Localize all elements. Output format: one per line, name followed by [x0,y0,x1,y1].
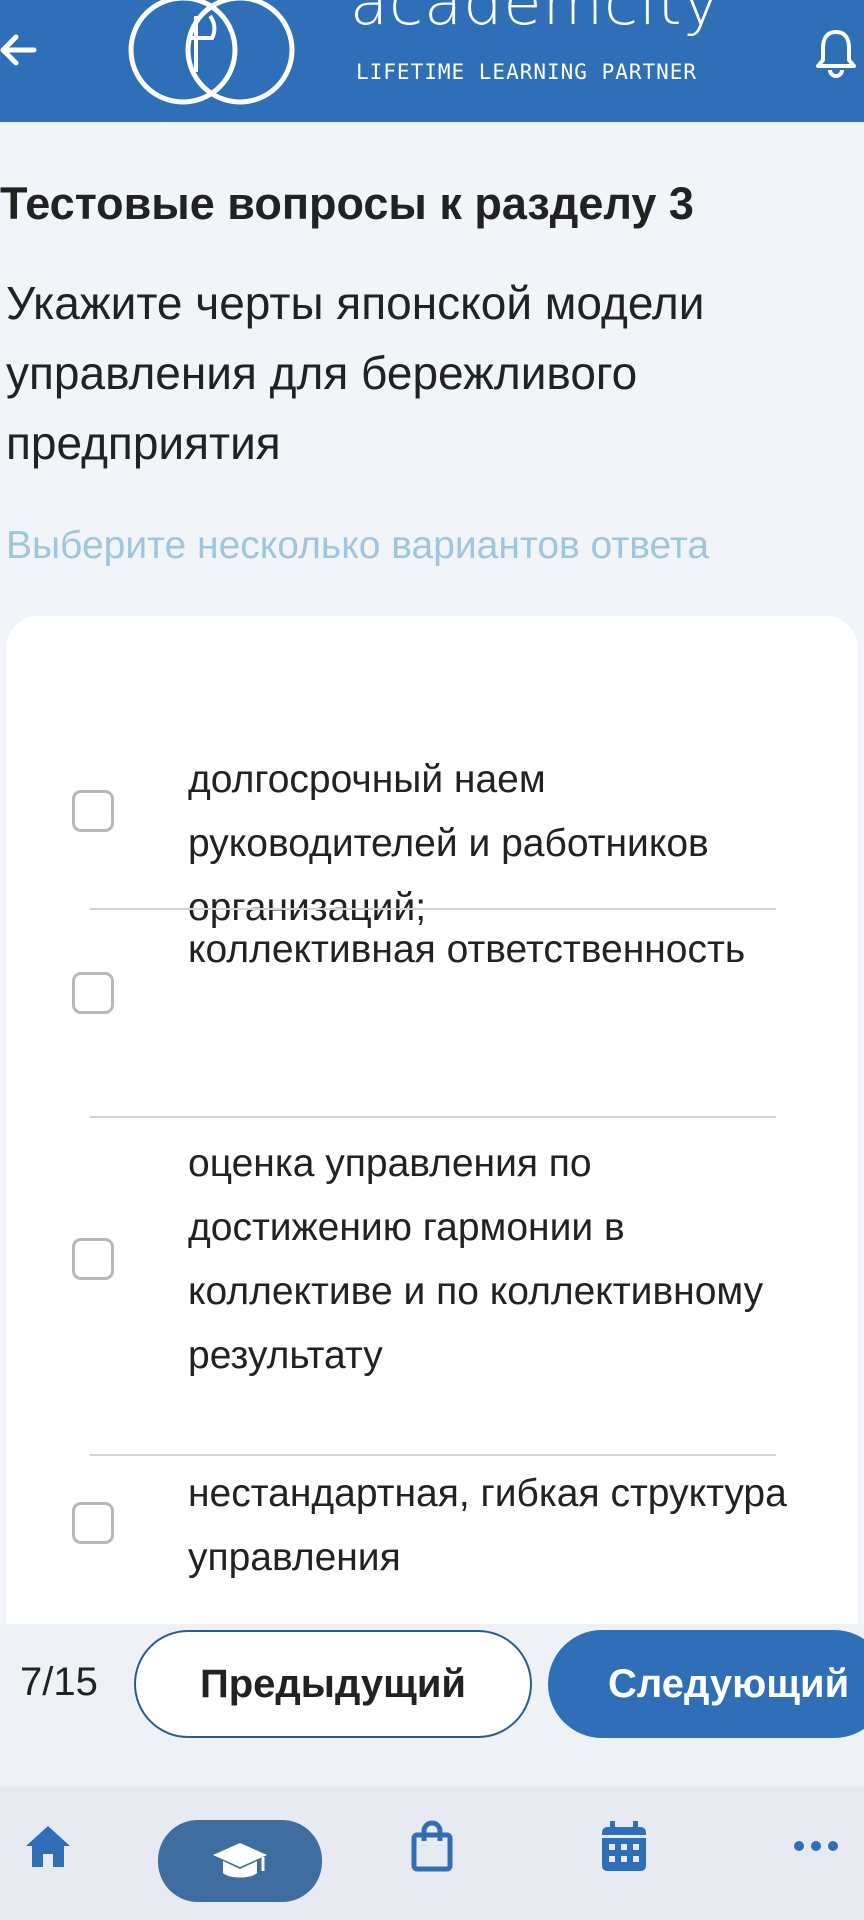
nav-home[interactable] [22,1820,74,1872]
question-text: Укажите черты японской модели управления… [6,277,705,469]
option-label: оценка управления по достижению гармонии… [188,1142,764,1377]
graduation-cap-icon [213,1843,267,1878]
nav-more[interactable] [792,1826,840,1866]
checkbox[interactable] [72,790,114,832]
option-label: нестандартная, гибкая структура управлен… [188,1472,787,1579]
checkbox[interactable] [72,972,114,1014]
option-label: коллективная ответственность [188,928,746,971]
calendar-icon [602,1821,646,1871]
divider [90,1454,776,1456]
answer-option[interactable]: оценка управления по достижению гармонии… [6,1126,858,1446]
bell-icon [816,30,856,78]
answer-hint: Выберите несколько вариантов ответа [6,524,710,567]
nav-calendar[interactable] [598,1816,650,1876]
section-title: Тестовые вопросы к разделу 3 [0,178,694,229]
checkbox[interactable] [72,1238,114,1280]
more-icon [794,1841,838,1851]
checkbox[interactable] [72,1502,114,1544]
option-label: долгосрочный наем руководителей и работн… [188,758,709,929]
brand-tagline: LIFETIME LEARNING PARTNER [356,60,698,84]
brand-name: academcity [350,0,721,39]
nav-courses[interactable] [158,1820,322,1902]
home-icon [26,1826,70,1867]
notifications-button[interactable] [814,26,858,78]
pager-bar: 7/15 Предыдущий Следующий [0,1624,864,1786]
divider [90,1116,776,1118]
answer-option[interactable]: коллективная ответственность [6,916,858,1116]
app-header: academcity LIFETIME LEARNING PARTNER [0,0,864,122]
back-button[interactable] [0,24,44,76]
bottom-nav [0,1786,864,1920]
nav-shop[interactable] [408,1816,456,1876]
divider [90,908,776,910]
options-card: долгосрочный наем руководителей и работн… [6,616,858,1716]
answer-option[interactable]: долгосрочный наем руководителей и работн… [6,676,858,929]
academcity-logo [128,0,295,105]
previous-button[interactable]: Предыдущий [134,1630,532,1738]
next-button[interactable]: Следующий [548,1630,864,1738]
arrow-left-icon [0,34,37,66]
shopping-bag-icon [411,1820,453,1872]
question-counter: 7/15 [20,1660,98,1704]
